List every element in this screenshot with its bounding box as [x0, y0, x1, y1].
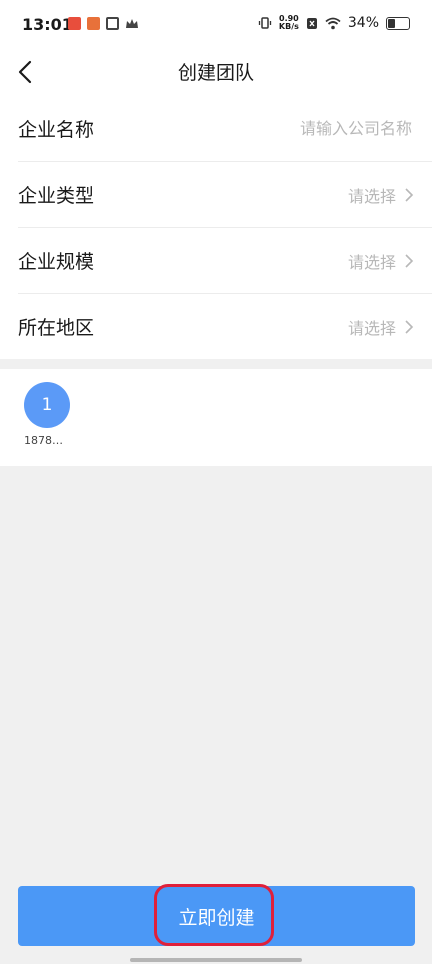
member-list: 1 1878…: [0, 369, 432, 466]
company-size-label: 企业规模: [18, 251, 95, 273]
create-now-button[interactable]: 立即创建: [18, 886, 415, 946]
vibrate-icon: [258, 17, 272, 29]
browser-app-icon: [106, 17, 119, 30]
page-title: 创建团队: [177, 62, 254, 84]
company-size-select[interactable]: 请选择: [348, 249, 414, 273]
battery-icon: [386, 16, 410, 30]
region-row[interactable]: 所在地区 请选择: [18, 294, 432, 359]
status-bar: 13:01 0.90 KB/s 34%: [0, 0, 432, 48]
company-name-row: 企业名称: [18, 96, 432, 162]
battery-percent: 34%: [347, 15, 379, 31]
chevron-right-icon: [405, 254, 414, 268]
member-name: 1878…: [24, 434, 63, 447]
company-type-select[interactable]: 请选择: [348, 183, 414, 207]
status-right-icons: 0.90 KB/s 34%: [258, 15, 410, 31]
region-label: 所在地区: [18, 317, 95, 339]
company-type-value: 请选择: [347, 187, 396, 206]
company-name-label: 企业名称: [18, 119, 95, 141]
network-speed-unit: KB/s: [278, 22, 299, 31]
app-notification-icon: [68, 17, 81, 30]
network-speed: 0.90 KB/s: [279, 15, 299, 31]
notification-icons: [68, 17, 139, 30]
avatar: 1: [24, 382, 70, 428]
company-form: 企业名称 企业类型 请选择 企业规模 请选择 所在地区 请选择: [0, 96, 432, 359]
status-time: 13:01: [22, 15, 73, 34]
company-type-label: 企业类型: [18, 185, 95, 207]
battery-fill: [388, 18, 396, 28]
region-select[interactable]: 请选择: [348, 315, 414, 339]
crown-icon: [126, 18, 138, 28]
shopping-app-icon: [87, 17, 100, 30]
home-indicator[interactable]: [130, 958, 302, 962]
member-item[interactable]: 1 1878…: [24, 382, 74, 447]
nav-bar: 创建团队: [0, 48, 432, 96]
wifi-icon: [325, 17, 341, 29]
company-type-row[interactable]: 企业类型 请选择: [18, 162, 432, 228]
chevron-right-icon: [405, 188, 414, 202]
region-value: 请选择: [347, 319, 396, 338]
company-name-input[interactable]: [210, 112, 414, 144]
company-size-row[interactable]: 企业规模 请选择: [18, 228, 432, 294]
company-size-value: 请选择: [347, 253, 396, 272]
chevron-right-icon: [405, 320, 414, 334]
no-sim-icon: [306, 17, 317, 29]
